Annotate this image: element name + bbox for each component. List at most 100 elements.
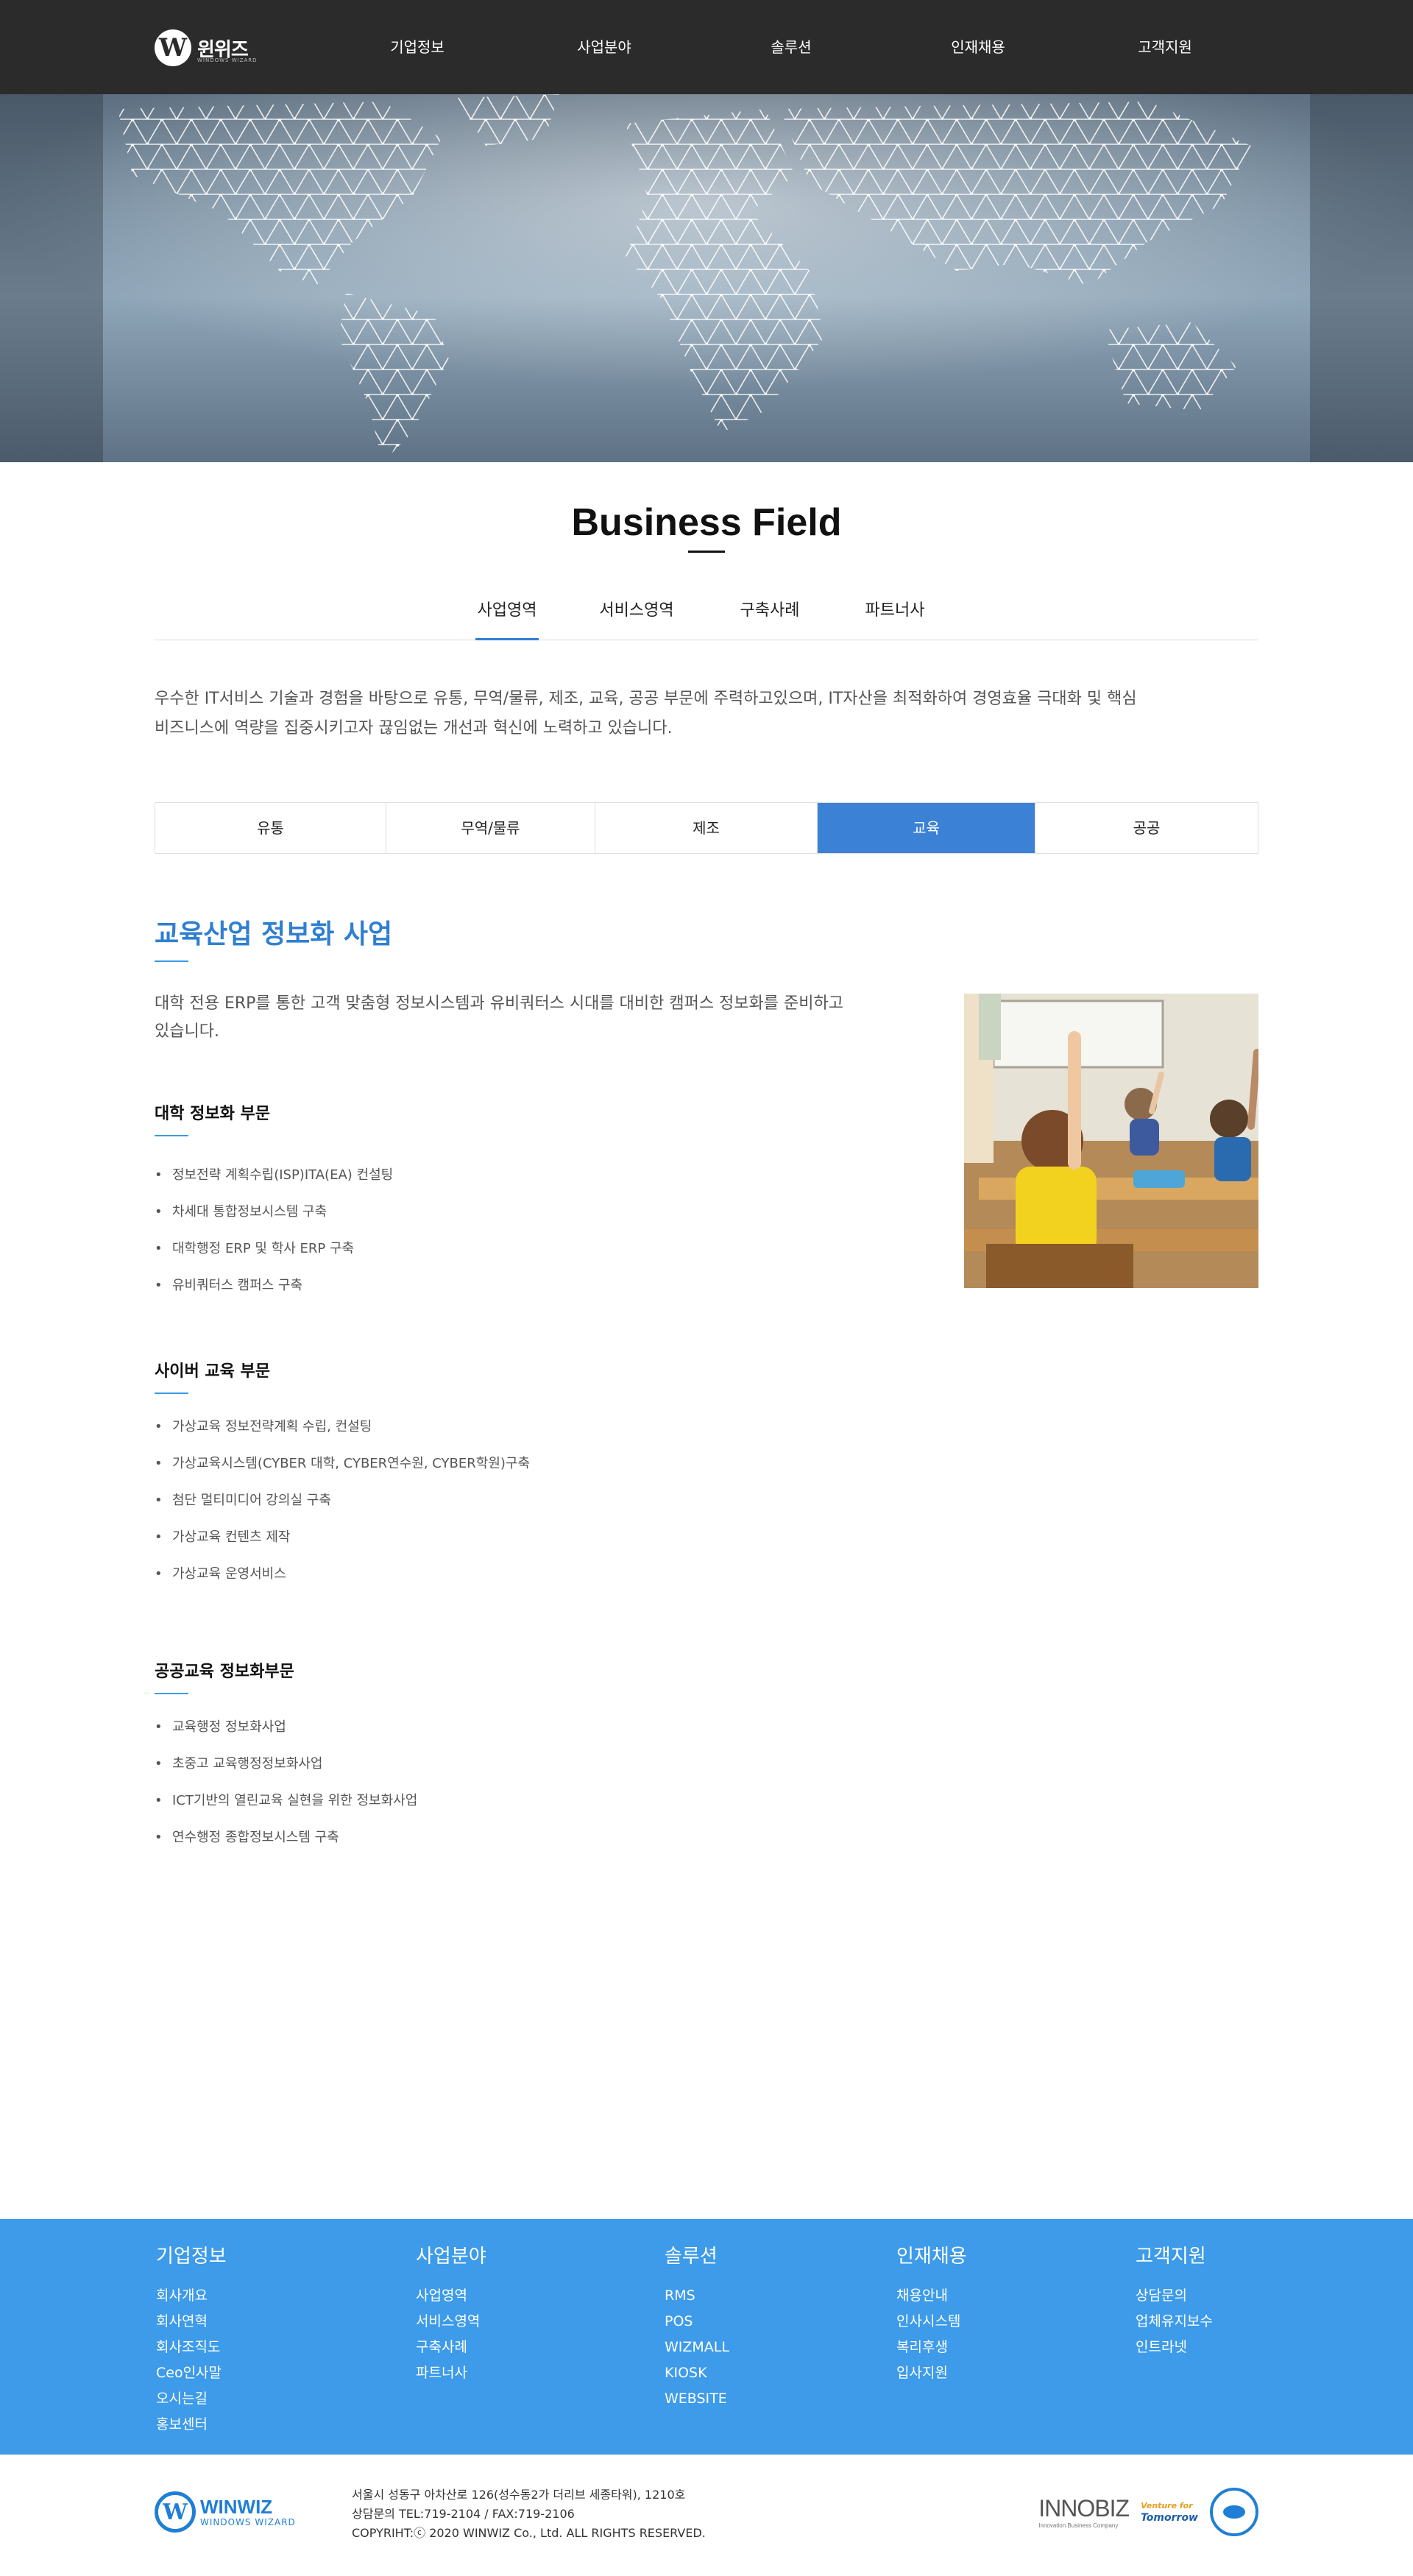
page-title: Business Field [571, 501, 842, 544]
tab-business-area[interactable]: 사업영역 [475, 589, 539, 640]
footer-link[interactable]: 인사시스템 [896, 2309, 967, 2335]
innobiz-text: INNOBIZ [1038, 2495, 1130, 2522]
tab-case-studies[interactable]: 구축사례 [734, 589, 805, 640]
group-cyber-list: 가상교육 정보전략계획 수립, 컨설팅 가상교육시스템(CYBER 대학, CY… [155, 1409, 530, 1593]
list-item: 유비쿼터스 캠퍼스 구축 [155, 1267, 393, 1304]
company-address-block: 서울시 성동구 아차산로 126(성수동2가 더리브 세종타워), 1210호 … [352, 2485, 706, 2543]
intro-line-2: 비즈니스에 역량을 집중시키고자 끊임없는 개선과 혁신에 노력하고 있습니다. [155, 719, 673, 737]
footer-col-business: 사업분야 사업영역 서비스영역 구축사례 파트너사 [416, 2241, 486, 2386]
list-item: 가상교육 정보전략계획 수립, 컨설팅 [155, 1409, 530, 1446]
category-manufacturing[interactable]: 제조 [595, 803, 818, 853]
site-logo[interactable]: W 윈위즈 WINDOWS WIZARD [155, 29, 258, 66]
list-item: 가상교육시스템(CYBER 대학, CYBER연수원, CYBER학원)구축 [155, 1446, 530, 1482]
footer-link[interactable]: 복리후생 [896, 2335, 967, 2360]
list-item: ICT기반의 열린교육 실현을 위한 정보화사업 [155, 1783, 417, 1819]
lead-line-1: 대학 전용 ERP를 통한 고객 맞춤형 정보시스템과 유비쿼터스 시대를 대비… [155, 994, 843, 1013]
group-university-list: 정보전략 계획수립(ISP)ITA(EA) 컨설팅 차세대 통합정보시스템 구축… [155, 1157, 393, 1304]
footer-col-support: 고객지원 상담문의 업체유지보수 인트라넷 [1136, 2241, 1213, 2360]
footer-link[interactable]: 구축사례 [416, 2335, 486, 2360]
footer-logo-sub: WINDOWS WIZARD [200, 2517, 296, 2527]
footer-logo-name: WINWIZ [200, 2496, 273, 2518]
footer-link[interactable]: 회사조직도 [156, 2335, 227, 2360]
address: 서울시 성동구 아차산로 126(성수동2가 더리브 세종타워), 1210호 [352, 2488, 686, 2502]
nav-recruit[interactable]: 인재채용 [885, 0, 1072, 94]
group-public-edu-title: 공공교육 정보화부문 [155, 1663, 294, 1681]
footer-col-title[interactable]: 솔루션 [665, 2241, 729, 2268]
nav-company[interactable]: 기업정보 [324, 0, 511, 94]
nav-solution[interactable]: 솔루션 [698, 0, 885, 94]
footer-link[interactable]: 사업영역 [416, 2283, 486, 2309]
category-education[interactable]: 교육 [818, 803, 1035, 853]
footer-link[interactable]: WIZMALL [665, 2335, 729, 2360]
hero-banner [0, 94, 1413, 462]
category-public[interactable]: 공공 [1035, 803, 1258, 853]
innobiz-subtext: Innovation Business Company [1038, 2522, 1119, 2529]
intro-text: 우수한 IT서비스 기술과 경험을 바탕으로 유통, 무역/물류, 제조, 교육… [155, 684, 1222, 743]
footer-logo-w-icon: W [155, 2491, 196, 2533]
group-public-edu-list: 교육행정 정보화사업 초중고 교육행정정보화사업 ICT기반의 열린교육 실현을… [155, 1709, 417, 1856]
footer-col-recruit: 인재채용 채용안내 인사시스템 복리후생 입사지원 [896, 2241, 967, 2386]
footer-col-title[interactable]: 고객지원 [1136, 2241, 1213, 2268]
group-university-underline [155, 1135, 188, 1136]
section-title-underline [155, 960, 188, 962]
copyright: COPYRIHT:ⓒ 2020 WINWIZ Co., Ltd. ALL RIG… [352, 2526, 706, 2540]
nav-support[interactable]: 고객지원 [1072, 0, 1258, 94]
footer-link[interactable]: 오시는길 [156, 2386, 227, 2412]
list-item: 교육행정 정보화사업 [155, 1709, 417, 1746]
footer-logo[interactable]: W WINWIZ WINDOWS WIZARD [155, 2491, 296, 2533]
footer-link[interactable]: 입사지원 [896, 2360, 967, 2386]
venture-main-text: Tomorrow [1141, 2512, 1198, 2524]
footer-link[interactable]: POS [665, 2309, 729, 2335]
certification-seal-icon [1210, 2488, 1258, 2536]
list-item: 차세대 통합정보시스템 구축 [155, 1194, 393, 1231]
footer-link[interactable]: KIOSK [665, 2360, 729, 2386]
footer-link[interactable]: 회사개요 [156, 2283, 227, 2309]
footer-link[interactable]: 서비스영역 [416, 2309, 486, 2335]
footer-link[interactable]: 회사연혁 [156, 2309, 227, 2335]
footer-link[interactable]: RMS [665, 2283, 729, 2309]
group-cyber-title: 사이버 교육 부문 [155, 1362, 270, 1381]
footer-link[interactable]: Ceo인사말 [156, 2360, 227, 2386]
list-item: 가상교육 운영서비스 [155, 1556, 530, 1593]
list-item: 대학행정 ERP 및 학사 ERP 구축 [155, 1231, 393, 1267]
tab-service-area[interactable]: 서비스영역 [593, 589, 680, 640]
nav-business[interactable]: 사업분야 [511, 0, 698, 94]
lead-line-2: 있습니다. [155, 1022, 219, 1041]
footer-col-title[interactable]: 기업정보 [156, 2241, 227, 2268]
category-trade-logistics[interactable]: 무역/물류 [386, 803, 595, 853]
list-item: 정보전략 계획수립(ISP)ITA(EA) 컨설팅 [155, 1157, 393, 1194]
footer-col-title[interactable]: 인재채용 [896, 2241, 967, 2268]
footer-sitemap: 기업정보 회사개요 회사연혁 회사조직도 Ceo인사말 오시는길 홍보센터 사업… [0, 2219, 1413, 2455]
footer-link[interactable]: 홍보센터 [156, 2412, 227, 2438]
list-item: 가상교육 컨텐츠 제작 [155, 1519, 530, 1556]
footer-col-title[interactable]: 사업분야 [416, 2241, 486, 2268]
main-nav: 기업정보 사업분야 솔루션 인재채용 고객지원 [324, 0, 1258, 94]
venture-top-text: Venture for [1141, 2501, 1193, 2510]
footer-link[interactable]: WEBSITE [665, 2386, 729, 2412]
logo-subtext: WINDOWS WIZARD [197, 57, 258, 63]
group-university-title: 대학 정보화 부문 [155, 1105, 270, 1123]
footer-link[interactable]: 업체유지보수 [1136, 2309, 1213, 2335]
intro-line-1: 우수한 IT서비스 기술과 경험을 바탕으로 유통, 무역/물류, 제조, 교육… [155, 690, 1137, 708]
section-lead: 대학 전용 ERP를 통한 고객 맞춤형 정보시스템과 유비쿼터스 시대를 대비… [155, 990, 890, 1046]
tab-partners[interactable]: 파트너사 [860, 589, 930, 640]
title-underline [688, 551, 725, 553]
contact: 상담문의 TEL:719-2104 / FAX:719-2106 [352, 2507, 575, 2521]
group-cyber-underline [155, 1393, 188, 1394]
category-tabs: 유통 무역/물류 제조 교육 공공 [155, 802, 1258, 854]
logo-w-icon: W [155, 29, 191, 66]
group-public-edu-underline [155, 1693, 188, 1694]
footer-info: W WINWIZ WINDOWS WIZARD 서울시 성동구 아차산로 126… [0, 2455, 1413, 2576]
footer-link[interactable]: 파트너사 [416, 2360, 486, 2386]
footer-col-solution: 솔루션 RMS POS WIZMALL KIOSK WEBSITE [665, 2241, 729, 2412]
footer-col-company: 기업정보 회사개요 회사연혁 회사조직도 Ceo인사말 오시는길 홍보센터 [156, 2241, 227, 2438]
list-item: 초중고 교육행정정보화사업 [155, 1746, 417, 1783]
footer-link[interactable]: 인트라넷 [1136, 2335, 1213, 2360]
footer-link[interactable]: 채용안내 [896, 2283, 967, 2309]
footer-link[interactable]: 상담문의 [1136, 2283, 1213, 2309]
classroom-illustration [964, 994, 1258, 1288]
classroom-photo [964, 994, 1258, 1288]
category-retail[interactable]: 유통 [155, 803, 386, 853]
venture-logo: Venture for Tomorrow [1141, 2500, 1198, 2524]
certification-logos: INNOBIZ Innovation Business Company Vent… [1038, 2488, 1258, 2536]
